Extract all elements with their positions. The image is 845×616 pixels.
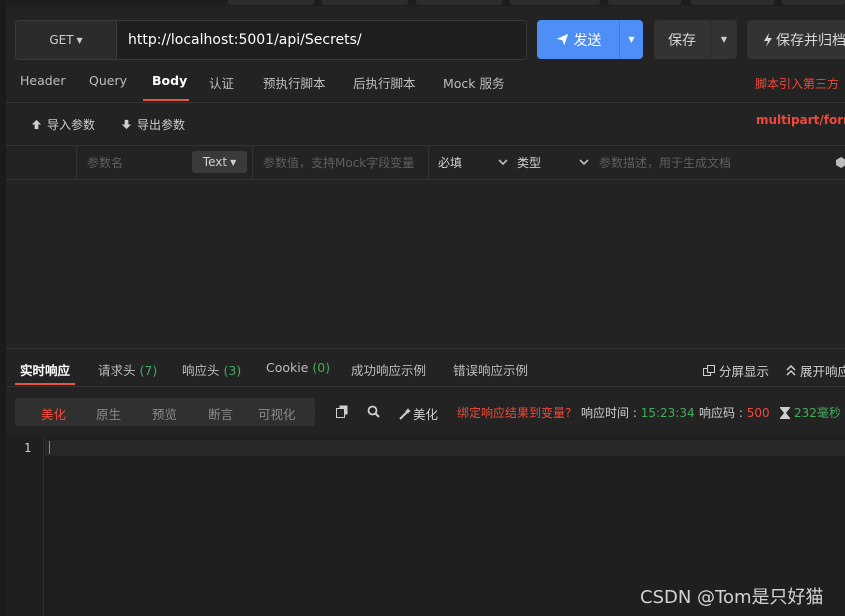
view-mode-visualize[interactable]: 可视化	[258, 404, 296, 423]
tab-success-example[interactable]: 成功响应示例	[351, 360, 426, 379]
text-cursor	[49, 441, 50, 454]
tab-label: Cookie	[266, 360, 309, 375]
type-select[interactable]: 类型	[517, 146, 541, 179]
expand-label: 展开响应	[800, 364, 845, 379]
tab-response-headers[interactable]: 响应头 (3)	[182, 360, 241, 379]
chevron-down-icon[interactable]	[579, 146, 589, 179]
save-dropdown-button[interactable]: ▼	[710, 20, 737, 59]
export-params-button[interactable]: 导出参数	[121, 116, 185, 133]
type-label: 类型	[517, 156, 542, 170]
url-value: http://localhost:5001/api/Secrets/	[128, 32, 362, 48]
tab-header[interactable]: Header	[20, 73, 66, 93]
save-archive-label: 保存并归档	[776, 32, 845, 49]
method-label: GET	[49, 33, 74, 47]
tab-error-example[interactable]: 错误响应示例	[453, 360, 528, 379]
count-badge: (0)	[312, 360, 331, 375]
copy-icon[interactable]	[336, 405, 348, 418]
tab-pre-script[interactable]: 预执行脚本	[263, 73, 326, 93]
tab-query[interactable]: Query	[89, 73, 127, 93]
send-button[interactable]: 发送	[537, 20, 620, 59]
import-label: 导入参数	[47, 118, 96, 132]
split-icon	[703, 364, 715, 376]
cube-icon[interactable]	[836, 146, 845, 179]
response-code: 响应码 : 500	[699, 404, 770, 421]
current-line-highlight	[45, 440, 845, 456]
divider	[6, 386, 845, 387]
divider	[76, 146, 77, 179]
method-select[interactable]: GET ▼	[15, 20, 117, 60]
save-button[interactable]: 保存	[654, 20, 710, 59]
export-label: 导出参数	[137, 118, 186, 132]
chevron-down-icon[interactable]	[498, 146, 508, 179]
divider	[252, 146, 253, 179]
save-label: 保存	[668, 32, 696, 49]
lightning-icon	[764, 32, 772, 47]
view-mode-raw[interactable]: 原生	[96, 404, 121, 423]
search-icon[interactable]	[367, 405, 380, 418]
chevron-down-icon: ▼	[628, 35, 635, 44]
arrow-down-icon	[121, 119, 132, 130]
beautify-button[interactable]: 美化	[399, 404, 438, 423]
view-mode-beautify[interactable]: 美化	[41, 404, 66, 423]
tab-label: 响应头	[182, 363, 220, 378]
count-badge: (7)	[139, 363, 158, 378]
script-note-link[interactable]: 脚本引入第三方	[755, 75, 839, 92]
import-params-button[interactable]: 导入参数	[31, 116, 95, 133]
expand-response-button[interactable]: 展开响应	[786, 361, 845, 380]
required-select[interactable]: 必填	[438, 146, 462, 179]
required-label: 必填	[438, 156, 463, 170]
double-chevron-up-icon	[786, 365, 796, 376]
tab-auth[interactable]: 认证	[209, 73, 234, 93]
chevron-down-icon: ▼	[76, 35, 83, 45]
tab-body[interactable]: Body	[152, 73, 187, 93]
tab-request-headers[interactable]: 请求头 (7)	[98, 360, 157, 379]
active-tab-indicator	[143, 99, 189, 101]
hourglass-icon	[780, 406, 790, 419]
tab-mock[interactable]: Mock 服务	[443, 73, 505, 93]
bind-variable-link[interactable]: 绑定响应结果到变量?	[457, 404, 571, 421]
url-input[interactable]: http://localhost:5001/api/Secrets/	[116, 20, 527, 60]
param-name-input[interactable]: 参数名	[87, 146, 123, 179]
view-mode-preview[interactable]: 预览	[152, 404, 177, 423]
wand-icon	[399, 407, 411, 420]
tab-label: 请求头	[98, 363, 136, 378]
duration-value: 232毫秒	[794, 406, 841, 420]
content-type-select[interactable]: multipart/form-d	[756, 113, 845, 127]
response-time-label: 响应时间 :	[581, 406, 637, 420]
save-archive-button[interactable]: 保存并归档	[747, 20, 845, 59]
chevron-down-icon: ▼	[230, 157, 237, 167]
response-duration: 232毫秒	[780, 404, 841, 421]
send-label: 发送	[573, 32, 602, 49]
active-tab-indicator	[15, 383, 75, 385]
tab-realtime-response[interactable]: 实时响应	[20, 360, 70, 379]
response-code-value: 500	[746, 406, 770, 420]
top-strip	[0, 0, 845, 6]
response-time-value: 15:23:34	[640, 406, 695, 420]
param-value-input[interactable]: 参数值，支持Mock字段变量	[263, 146, 414, 179]
view-mode-assert[interactable]: 断言	[208, 404, 233, 423]
split-label: 分屏显示	[719, 364, 770, 379]
response-code-label: 响应码 :	[699, 406, 743, 420]
tab-cookie[interactable]: Cookie (0)	[266, 360, 330, 375]
response-time: 响应时间 : 15:23:34	[581, 404, 695, 421]
send-icon	[556, 33, 568, 46]
split-view-button[interactable]: 分屏显示	[703, 361, 769, 380]
tab-post-script[interactable]: 后执行脚本	[353, 73, 416, 93]
param-type-select[interactable]: Text ▼	[192, 151, 247, 173]
count-badge: (3)	[223, 363, 242, 378]
line-number: 1	[24, 441, 32, 455]
chevron-down-icon: ▼	[720, 35, 728, 44]
divider	[6, 348, 845, 349]
param-desc-input[interactable]: 参数描述，用于生成文档	[599, 146, 731, 179]
beautify-label: 美化	[413, 407, 439, 422]
send-dropdown-button[interactable]: ▼	[619, 20, 643, 59]
divider	[6, 102, 845, 103]
divider	[428, 146, 429, 179]
watermark: CSDN @Tom是只好猫	[640, 587, 824, 608]
param-type-label: Text	[202, 155, 228, 169]
editor-gutter	[6, 436, 44, 616]
request-body-area	[6, 180, 845, 348]
arrow-up-icon	[31, 119, 42, 130]
